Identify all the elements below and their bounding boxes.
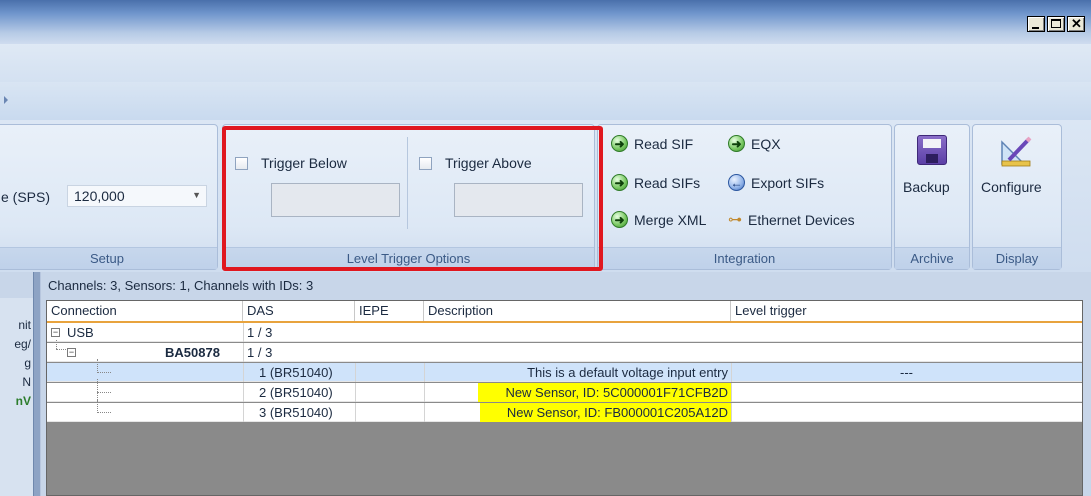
column-header-das[interactable]: DAS <box>243 301 355 321</box>
splitter[interactable] <box>33 272 41 496</box>
das-cell: 2 (BR51040) <box>259 385 333 400</box>
configure-label: Configure <box>981 179 1042 195</box>
eqx-button[interactable]: ➜ EQX <box>728 135 781 152</box>
ribbon-tab-bar <box>0 82 1091 120</box>
integration-group-label: Integration <box>598 247 891 269</box>
integration-group: ➜ Read SIF ➜ EQX ➜ Read SIFs ← Export SI… <box>597 124 892 270</box>
das-cell: 1 / 3 <box>247 345 273 360</box>
grid-header: Connection DAS IEPE Description Level tr… <box>47 301 1082 323</box>
description-cell: New Sensor, ID: FB000001C205A12D <box>424 403 731 422</box>
connection-cell: USB <box>67 325 94 340</box>
column-header-description[interactable]: Description <box>424 301 731 321</box>
backup-label: Backup <box>903 179 950 195</box>
export-sifs-label: Export SIFs <box>751 174 825 191</box>
archive-group: Backup Archive <box>894 124 970 270</box>
ethernet-devices-label: Ethernet Devices <box>748 211 855 228</box>
channel-summary: Channels: 3, Sensors: 1, Channels with I… <box>48 278 314 293</box>
title-bar <box>0 0 1091 44</box>
arrow-right-icon: ➜ <box>611 174 628 191</box>
read-sif-button[interactable]: ➜ Read SIF <box>611 135 693 152</box>
save-icon <box>917 135 947 165</box>
arrow-right-icon: ➜ <box>611 211 628 228</box>
read-sifs-button[interactable]: ➜ Read SIFs <box>611 174 700 191</box>
left-panel-item: eg/ <box>14 337 31 351</box>
table-row[interactable]: 2 (BR51040) New Sensor, ID: 5C000001F71C… <box>47 379 1082 402</box>
window-controls: ✕ <box>1027 16 1085 32</box>
ethernet-devices-button[interactable]: ⊶ Ethernet Devices <box>728 211 855 228</box>
backup-button[interactable]: Backup <box>895 133 969 213</box>
collapse-toggle-icon[interactable]: − <box>51 328 60 337</box>
merge-xml-button[interactable]: ➜ Merge XML <box>611 211 706 228</box>
left-panel-item: nV <box>15 394 31 408</box>
collapse-toggle-icon[interactable]: − <box>67 348 76 357</box>
connection-cell: BA50878 <box>165 345 220 360</box>
description-cell: New Sensor, ID: 5C000001F71CFB2D <box>424 383 731 402</box>
setup-group: e (SPS) 120,000 ▼ Setup <box>0 124 218 270</box>
column-header-connection[interactable]: Connection <box>47 301 243 321</box>
export-sifs-button[interactable]: ← Export SIFs <box>728 174 824 191</box>
sensor-id-highlight: New Sensor, ID: 5C000001F71CFB2D <box>478 383 731 402</box>
das-cell: 1 / 3 <box>247 325 273 340</box>
left-panel-item: nit <box>18 318 31 332</box>
description-cell: This is a default voltage input entry <box>527 365 728 380</box>
sample-rate-label: e (SPS) <box>1 189 51 205</box>
das-cell: 1 (BR51040) <box>259 365 333 380</box>
level-trigger-cell: --- <box>900 365 913 380</box>
sensor-id-highlight: New Sensor, ID: FB000001C205A12D <box>479 403 731 422</box>
channels-grid: Connection DAS IEPE Description Level tr… <box>46 300 1083 496</box>
column-header-iepe[interactable]: IEPE <box>355 301 424 321</box>
merge-xml-label: Merge XML <box>634 211 707 228</box>
table-row[interactable]: 3 (BR51040) New Sensor, ID: FB000001C205… <box>47 399 1082 422</box>
table-row[interactable]: − USB 1 / 3 <box>47 323 1082 342</box>
column-header-level-trigger[interactable]: Level trigger <box>731 301 1082 321</box>
read-sifs-label: Read SIFs <box>634 174 701 191</box>
das-cell: 3 (BR51040) <box>259 405 333 420</box>
minimize-button[interactable] <box>1027 16 1045 32</box>
left-panel: nit eg/ g N nV <box>0 298 33 496</box>
chevron-down-icon: ▼ <box>192 190 201 200</box>
archive-group-label: Archive <box>895 247 969 269</box>
read-sif-label: Read SIF <box>634 135 694 152</box>
quick-access-bar <box>0 44 1091 82</box>
configure-button[interactable]: Configure <box>973 133 1061 213</box>
left-panel-item: g <box>24 356 31 370</box>
sample-rate-value: 120,000 <box>74 188 125 204</box>
table-row[interactable]: 1 (BR51040) This is a default voltage in… <box>47 359 1082 382</box>
close-button[interactable]: ✕ <box>1067 16 1085 32</box>
sample-rate-select[interactable]: 120,000 ▼ <box>67 185 207 207</box>
ruler-pencil-icon <box>1001 136 1032 167</box>
table-row[interactable]: − BA50878 1 / 3 <box>47 340 1082 362</box>
arrow-right-icon: ➜ <box>611 135 628 152</box>
arrow-left-icon: ← <box>728 174 745 191</box>
network-icon: ⊶ <box>728 211 742 227</box>
highlight-rectangle <box>222 126 603 271</box>
left-panel-item: N <box>22 375 31 389</box>
setup-group-label: Setup <box>0 247 217 269</box>
tab-arrow-icon <box>4 96 8 104</box>
display-group: Configure Display <box>972 124 1062 270</box>
arrow-right-icon: ➜ <box>728 135 745 152</box>
maximize-button[interactable] <box>1047 16 1065 32</box>
eqx-label: EQX <box>751 135 781 152</box>
display-group-label: Display <box>973 247 1061 269</box>
